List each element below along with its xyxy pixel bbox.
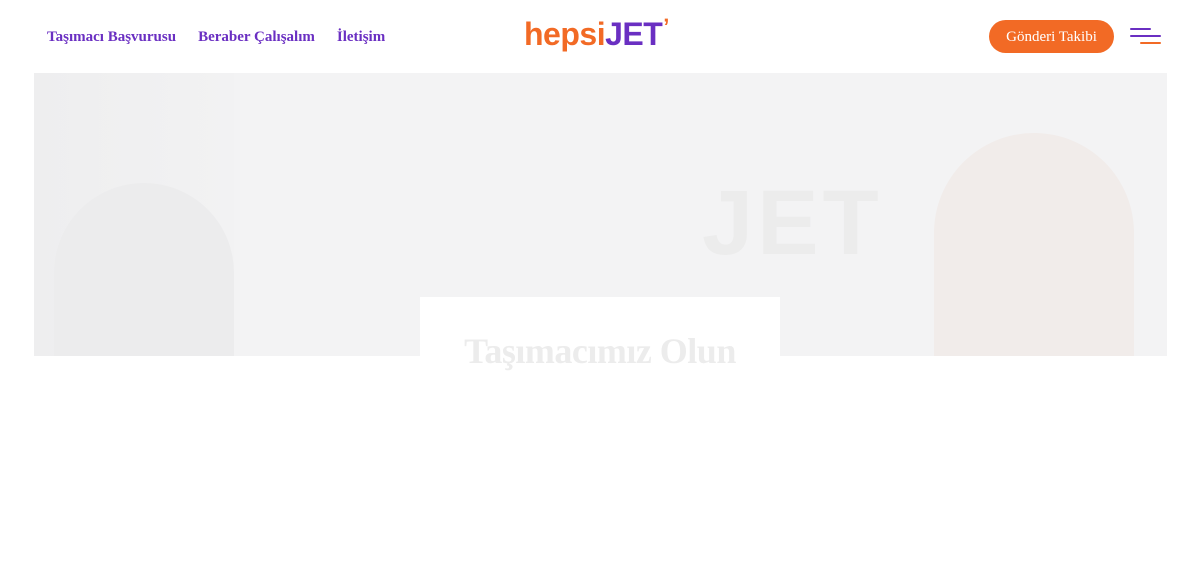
- page-title-card: Taşımacımız Olun: [420, 297, 780, 405]
- hero-van-lettering: JET: [702, 172, 883, 274]
- menu-line-middle: [1130, 35, 1161, 37]
- site-header: Taşımacı Başvurusu Beraber Çalışalım İle…: [0, 0, 1200, 73]
- brand-logo[interactable]: hepsi JET ʼ: [524, 14, 669, 54]
- logo-tick-icon: ʼ: [663, 14, 669, 39]
- nav-link-carrier-application[interactable]: Taşımacı Başvurusu: [47, 27, 176, 47]
- logo-jet: JET: [605, 16, 663, 52]
- menu-line-top: [1130, 28, 1151, 30]
- shipment-tracking-button[interactable]: Gönderi Takibi: [989, 20, 1114, 53]
- top-nav: Taşımacı Başvurusu Beraber Çalışalım İle…: [47, 27, 385, 47]
- hero-person-left: [54, 183, 234, 356]
- hamburger-menu-icon[interactable]: [1130, 28, 1161, 46]
- nav-link-contact[interactable]: İletişim: [337, 27, 385, 47]
- page-title: Taşımacımız Olun: [464, 331, 736, 371]
- logo-hepsi: hepsi: [524, 16, 606, 52]
- hero-person-right: [934, 133, 1134, 356]
- nav-link-work-together[interactable]: Beraber Çalışalım: [198, 27, 315, 47]
- menu-line-bottom: [1140, 42, 1161, 44]
